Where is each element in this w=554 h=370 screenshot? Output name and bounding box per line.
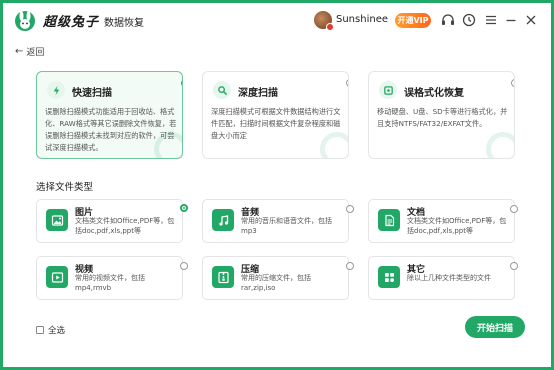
file-type-description: 文档类文件如Office,PDF等，包括doc,pdf,xls,ppt等 [75, 217, 175, 235]
title-bar: 超级兔子 数据恢复 Sunshinee 开通VIP [3, 3, 551, 37]
document-icon [378, 209, 400, 231]
radio-button[interactable] [346, 79, 348, 87]
minimize-icon[interactable] [503, 12, 519, 28]
select-all-label: 全选 [48, 326, 66, 336]
watermark-icon [486, 132, 514, 158]
select-all-checkbox[interactable]: 全选 [36, 324, 65, 336]
menu-icon[interactable] [483, 12, 499, 28]
file-type-video[interactable]: 视频 常用的视频文件，包括mp4,rmvb [36, 256, 188, 300]
file-type-other[interactable]: 其它 除以上几种文件类型的文件 [368, 256, 518, 300]
radio-button[interactable] [346, 262, 354, 270]
watermark-icon [320, 132, 348, 158]
music-icon [212, 209, 234, 231]
file-type-image[interactable]: 图片 文档类文件如Office,PDF等，包括doc,pdf,xls,ppt等 [36, 199, 188, 243]
scan-mode-title: 深度扫描 [238, 88, 278, 99]
brand-name: 超级兔子 [43, 15, 100, 30]
close-icon[interactable] [523, 12, 539, 28]
scan-mode-deep[interactable]: 深度扫描 深度扫描模式可根据文件数据结构进行文件匹配，扫描时间根据文件复杂程度和… [202, 71, 349, 159]
file-type-description: 除以上几种文件类型的文件 [407, 274, 491, 282]
file-type-description: 文档类文件如Office,PDF等，包括doc,pdf,xls,ppt等 [407, 217, 507, 235]
history-icon[interactable] [461, 12, 477, 28]
file-type-description: 常用的视频文件，包括mp4,rmvb [75, 274, 145, 292]
username[interactable]: Sunshinee [336, 14, 388, 25]
magnifier-icon [213, 81, 231, 99]
scan-mode-description: 深度扫描模式可根据文件数据结构进行文件匹配，扫描时间根据文件复杂程度和磁盘大小而… [211, 107, 341, 140]
radio-button[interactable] [510, 262, 518, 270]
disk-icon [379, 81, 397, 99]
archive-icon [212, 266, 234, 288]
file-type-description: 常用的音乐和语音文件，包括mp3 [241, 217, 332, 235]
arrow-left-icon: ← [15, 46, 24, 57]
section-title: 选择文件类型 [36, 182, 94, 193]
radio-button[interactable] [181, 79, 182, 87]
file-type-audio[interactable]: 音频 常用的音乐和语音文件，包括mp3 [202, 199, 354, 243]
radio-button[interactable] [346, 205, 354, 213]
checkbox-icon[interactable] [36, 326, 44, 334]
avatar-badge [326, 23, 334, 31]
grid-icon [378, 266, 400, 288]
scan-mode-title: 快速扫描 [72, 88, 112, 99]
rabbit-logo-icon [12, 10, 38, 32]
scan-mode-description: 移动硬盘、U盘、SD卡等进行格式化，并且支持NTFS/FAT32/EXFAT文件… [377, 107, 508, 128]
file-type-description: 常用的压缩文件，包括rar,zip,iso [241, 274, 311, 292]
lightning-icon [47, 81, 65, 99]
headset-icon[interactable] [440, 12, 456, 28]
brand-subtitle: 数据恢复 [104, 18, 144, 29]
radio-button[interactable] [510, 205, 518, 213]
vip-button[interactable]: 开通VIP [395, 13, 431, 28]
scan-mode-title: 误格式化恢复 [404, 88, 464, 99]
radio-button[interactable] [180, 262, 188, 270]
image-icon [46, 209, 68, 231]
video-icon [46, 266, 68, 288]
back-button[interactable]: ← 返回 [15, 45, 44, 58]
scan-mode-format-recovery[interactable]: 误格式化恢复 移动硬盘、U盘、SD卡等进行格式化，并且支持NTFS/FAT32/… [368, 71, 515, 159]
file-type-document[interactable]: 文档 文档类文件如Office,PDF等，包括doc,pdf,xls,ppt等 [368, 199, 518, 243]
radio-button[interactable] [511, 79, 514, 87]
back-label: 返回 [26, 48, 45, 58]
scan-mode-quick[interactable]: 快速扫描 误删除扫描模式功能适用于回收站、格式化、RAW格式等其它误删除文件恢复… [36, 71, 183, 159]
file-type-archive[interactable]: 压缩 常用的压缩文件，包括rar,zip,iso [202, 256, 354, 300]
radio-button[interactable] [180, 204, 188, 212]
start-scan-button[interactable]: 开始扫描 [465, 316, 525, 338]
watermark-icon [154, 132, 182, 158]
app-window: 超级兔子 数据恢复 Sunshinee 开通VIP ← 返回 快速扫描 误删除扫… [3, 3, 551, 367]
